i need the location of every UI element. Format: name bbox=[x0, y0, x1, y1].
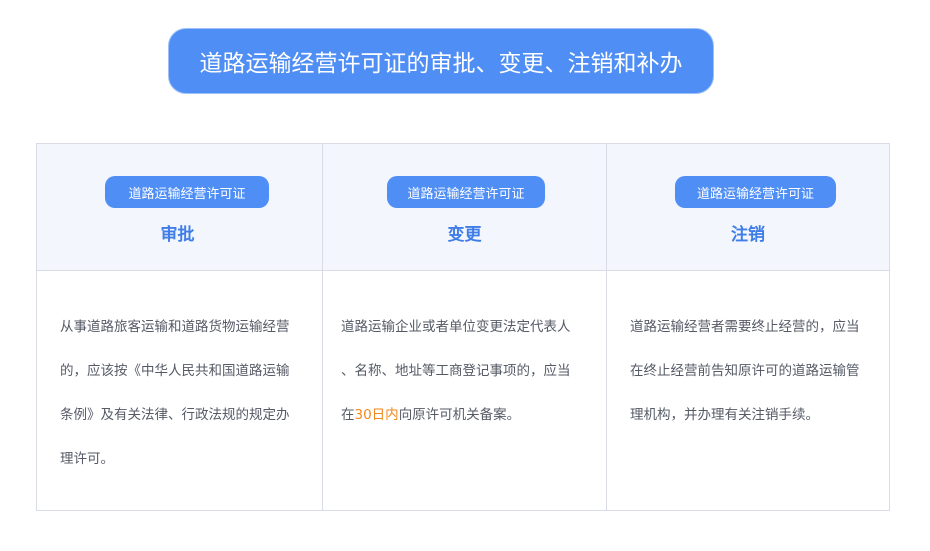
description-line: 理许可。 bbox=[60, 451, 114, 467]
column-header: 道路运输经营许可证 变更 bbox=[323, 144, 606, 271]
description-text: 在 bbox=[341, 407, 355, 423]
action-title-change: 变更 bbox=[447, 225, 482, 245]
license-tag: 道路运输经营许可证 bbox=[387, 176, 545, 208]
description-line: 在30日内向原许可机关备案。 bbox=[341, 393, 589, 437]
description-line: 的，应该按《中华人民共和国道路运输 bbox=[60, 363, 290, 379]
action-title-approval: 审批 bbox=[160, 225, 195, 245]
column-cancel: 道路运输经营许可证 注销 道路运输经营者需要终止经营的，应当 在终止经营前告知原… bbox=[606, 144, 889, 510]
process-table: 道路运输经营许可证 审批 从事道路旅客运输和道路货物运输经营 的，应该按《中华人… bbox=[36, 143, 890, 511]
description-approval: 从事道路旅客运输和道路货物运输经营 的，应该按《中华人民共和国道路运输 条例》及… bbox=[60, 305, 308, 481]
column-change: 道路运输经营许可证 变更 道路运输企业或者单位变更法定代表人 、名称、地址等工商… bbox=[322, 144, 606, 510]
description-line: 条例》及有关法律、行政法规的规定办 bbox=[60, 407, 290, 423]
description-line: 从事道路旅客运输和道路货物运输经营 bbox=[60, 319, 290, 335]
page-title: 道路运输经营许可证的审批、变更、注销和补办 bbox=[168, 28, 714, 94]
description-change: 道路运输企业或者单位变更法定代表人 、名称、地址等工商登记事项的，应当 在30日… bbox=[341, 305, 589, 437]
description-line: 道路运输企业或者单位变更法定代表人 bbox=[341, 319, 571, 335]
column-header: 道路运输经营许可证 注销 bbox=[607, 144, 889, 271]
description-line: 道路运输经营者需要终止经营的，应当 bbox=[630, 319, 860, 335]
description-line: 、名称、地址等工商登记事项的，应当 bbox=[341, 363, 571, 379]
license-tag: 道路运输经营许可证 bbox=[105, 176, 269, 208]
description-line: 理机构，并办理有关注销手续。 bbox=[630, 407, 819, 423]
license-tag: 道路运输经营许可证 bbox=[675, 176, 836, 208]
description-text: 向原许可机关备案。 bbox=[398, 407, 521, 423]
deadline-highlight: 30日内 bbox=[354, 407, 399, 423]
description-line: 在终止经营前告知原许可的道路运输管 bbox=[630, 363, 860, 379]
action-title-cancel: 注销 bbox=[731, 225, 765, 245]
description-cancel: 道路运输经营者需要终止经营的，应当 在终止经营前告知原许可的道路运输管 理机构，… bbox=[630, 305, 878, 437]
column-header: 道路运输经营许可证 审批 bbox=[37, 144, 322, 271]
column-approval: 道路运输经营许可证 审批 从事道路旅客运输和道路货物运输经营 的，应该按《中华人… bbox=[37, 144, 322, 510]
